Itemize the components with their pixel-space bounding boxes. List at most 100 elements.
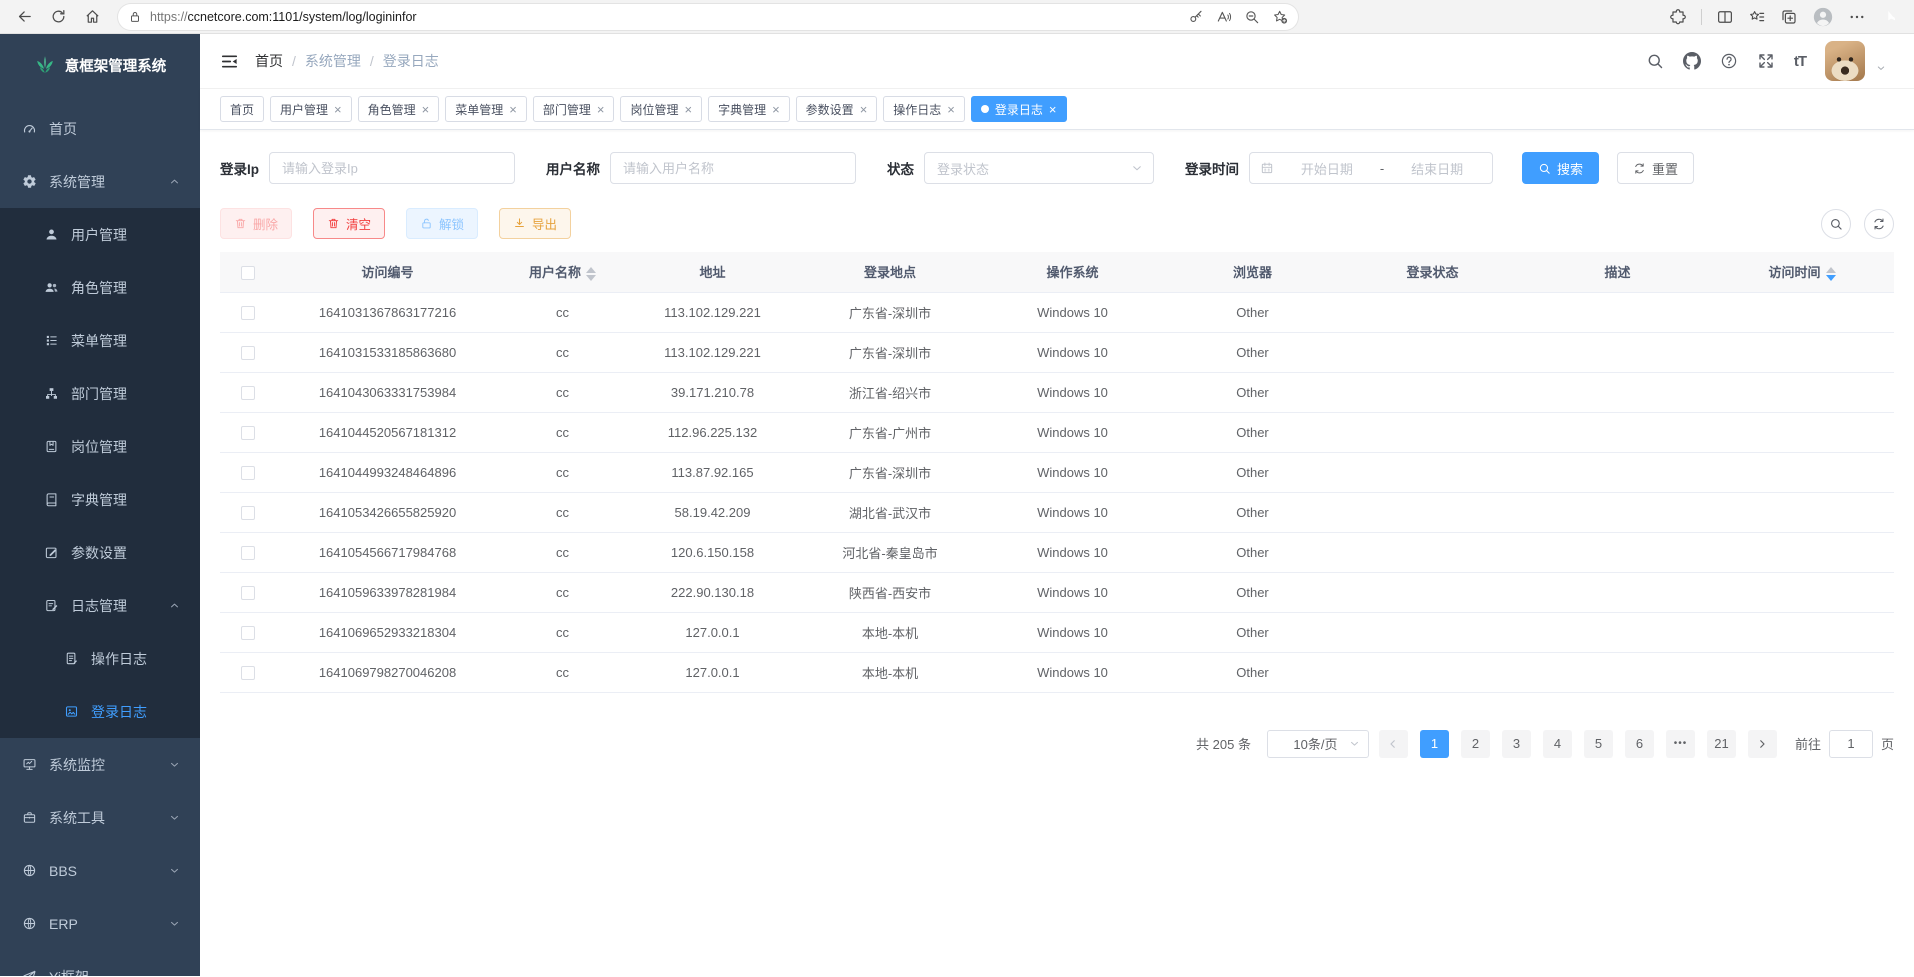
close-icon[interactable]: × [334,103,342,116]
unlock-button[interactable]: 解锁 [406,208,478,239]
extensions-icon[interactable] [1669,8,1687,26]
help-question-icon[interactable] [1720,52,1738,70]
sidebar-item-14[interactable]: BBS [0,844,200,897]
row-checkbox[interactable] [241,546,255,560]
clear-button[interactable]: 清空 [313,208,385,239]
status-select[interactable]: 登录状态 [924,152,1154,184]
bing-copilot-icon[interactable] [1880,6,1902,28]
read-aloud-icon[interactable] [1216,9,1232,25]
sidebar-item-3[interactable]: 角色管理 [0,261,200,314]
sidebar-item-12[interactable]: 系统监控 [0,738,200,791]
export-button[interactable]: 导出 [499,208,571,239]
delete-button[interactable]: 删除 [220,208,292,239]
browser-back-button[interactable] [10,4,38,30]
page-button-3[interactable]: 3 [1502,730,1531,758]
sidebar-item-9[interactable]: 日志管理 [0,579,200,632]
sidebar-item-10[interactable]: 操作日志 [0,632,200,685]
breadcrumb-home[interactable]: 首页 [255,51,283,71]
row-checkbox[interactable] [241,386,255,400]
login-ip-input[interactable] [269,152,515,184]
sidebar-item-11[interactable]: 登录日志 [0,685,200,738]
more-options-icon[interactable] [1848,8,1866,26]
sidebar-item-15[interactable]: ERP [0,897,200,950]
column-header-9[interactable]: 访问时间 [1710,252,1894,292]
toggle-search-button[interactable] [1821,209,1851,239]
user-name-input[interactable] [610,152,856,184]
sort-caret-icon[interactable] [586,267,596,281]
close-icon[interactable]: × [597,103,605,116]
close-icon[interactable]: × [422,103,430,116]
sidebar-item-1[interactable]: 系统管理 [0,155,200,208]
favorite-star-icon[interactable] [1272,9,1288,25]
tab-0[interactable]: 首页 [220,96,264,122]
tab-1[interactable]: 用户管理 × [270,96,352,122]
prev-page-button[interactable] [1379,730,1408,758]
font-size-icon[interactable]: tT [1794,53,1806,70]
page-button-6[interactable]: 6 [1625,730,1654,758]
refresh-table-button[interactable] [1864,209,1894,239]
sidebar-item-13[interactable]: 系统工具 [0,791,200,844]
sidebar-item-0[interactable]: 首页 [0,102,200,155]
select-all-checkbox[interactable] [241,266,255,280]
sidebar-item-6[interactable]: 岗位管理 [0,420,200,473]
browser-refresh-button[interactable] [44,4,72,30]
row-checkbox[interactable] [241,506,255,520]
browser-profile-avatar[interactable] [1812,6,1834,28]
password-key-icon[interactable] [1188,9,1204,25]
close-icon[interactable]: × [947,103,955,116]
next-page-button[interactable] [1748,730,1777,758]
column-header-2[interactable]: 用户名称 [500,252,625,292]
browser-home-button[interactable] [78,4,106,30]
sidebar-item-7[interactable]: 字典管理 [0,473,200,526]
fullscreen-icon[interactable] [1757,52,1775,70]
address-bar[interactable]: https://ccnetcore.com:1101/system/log/lo… [118,4,1298,30]
user-avatar[interactable] [1825,41,1865,81]
tab-7[interactable]: 参数设置 × [796,96,878,122]
goto-page-input[interactable] [1829,730,1873,758]
row-checkbox[interactable] [241,626,255,640]
row-checkbox[interactable] [241,346,255,360]
row-checkbox[interactable] [241,586,255,600]
row-checkbox[interactable] [241,666,255,680]
page-button-4[interactable]: 4 [1543,730,1572,758]
github-icon[interactable] [1683,52,1701,70]
page-button-5[interactable]: 5 [1584,730,1613,758]
tab-5[interactable]: 岗位管理 × [620,96,702,122]
close-icon[interactable]: × [1049,103,1057,116]
avatar-caret-icon[interactable] [1876,63,1886,73]
close-icon[interactable]: × [509,103,517,116]
row-checkbox[interactable] [241,466,255,480]
row-checkbox[interactable] [241,306,255,320]
tab-2[interactable]: 角色管理 × [358,96,440,122]
sidebar-item-2[interactable]: 用户管理 [0,208,200,261]
tab-9[interactable]: 登录日志 × [971,96,1067,122]
zoom-out-icon[interactable] [1244,9,1260,25]
close-icon[interactable]: × [772,103,780,116]
page-button-21[interactable]: 21 [1707,730,1736,758]
close-icon[interactable]: × [684,103,692,116]
app-logo[interactable]: 意框架管理系统 [0,34,200,96]
sidebar-item-8[interactable]: 参数设置 [0,526,200,579]
collapse-sidebar-icon[interactable] [220,52,239,71]
tab-3[interactable]: 菜单管理 × [445,96,527,122]
tab-8[interactable]: 操作日志 × [883,96,965,122]
sidebar-item-4[interactable]: 菜单管理 [0,314,200,367]
tab-4[interactable]: 部门管理 × [533,96,615,122]
collections-icon[interactable] [1780,8,1798,26]
favorites-hub-icon[interactable] [1748,8,1766,26]
more-pages-button[interactable]: ••• [1666,730,1695,758]
sidebar-item-16[interactable]: Yi框架 [0,950,200,976]
date-range-picker[interactable]: 开始日期 - 结束日期 [1249,152,1493,184]
tab-6[interactable]: 字典管理 × [708,96,790,122]
page-button-2[interactable]: 2 [1461,730,1490,758]
header-search-icon[interactable] [1646,52,1664,70]
search-button[interactable]: 搜索 [1522,152,1599,184]
page-size-select[interactable]: 10条/页 [1267,730,1369,758]
close-icon[interactable]: × [860,103,868,116]
page-button-1[interactable]: 1 [1420,730,1449,758]
split-screen-icon[interactable] [1716,8,1734,26]
reset-button[interactable]: 重置 [1617,152,1694,184]
sidebar-item-5[interactable]: 部门管理 [0,367,200,420]
sort-caret-icon[interactable] [1826,267,1836,281]
row-checkbox[interactable] [241,426,255,440]
